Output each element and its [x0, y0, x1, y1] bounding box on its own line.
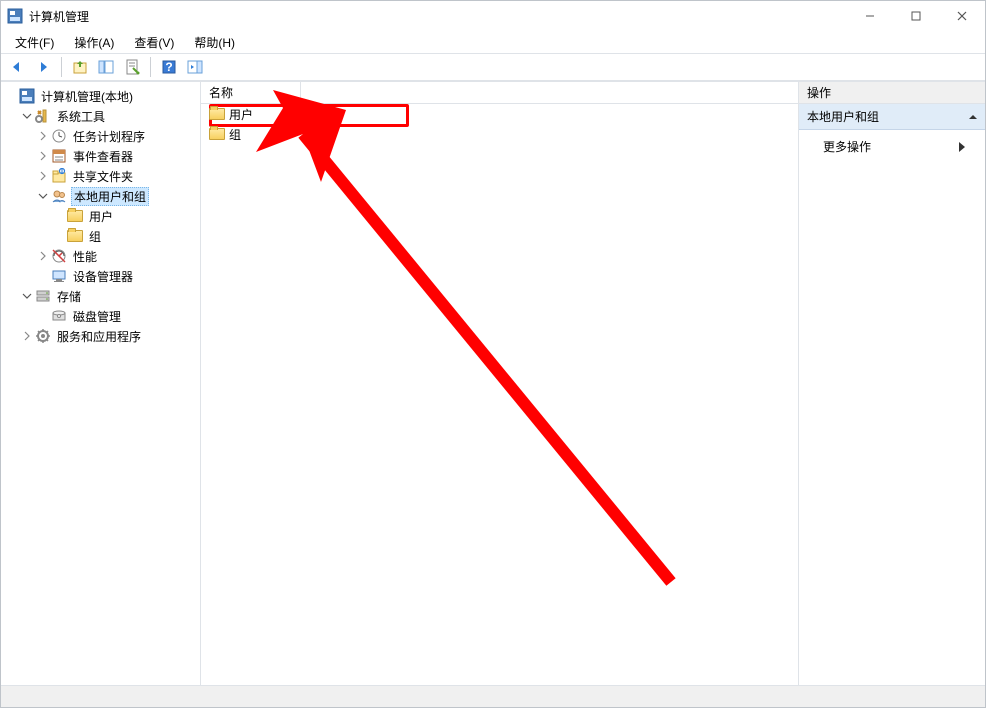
tools-icon	[35, 108, 51, 124]
menu-action[interactable]: 操作(A)	[64, 32, 124, 53]
folder-icon	[209, 106, 225, 122]
expander-icon[interactable]	[21, 110, 33, 122]
actions-context-label: 本地用户和组	[807, 108, 879, 125]
list-body: 用户组	[201, 104, 798, 685]
menubar: 文件(F) 操作(A) 查看(V) 帮助(H)	[1, 31, 985, 53]
storage-icon	[35, 288, 51, 304]
tree-node[interactable]: 组	[1, 226, 200, 246]
menu-view[interactable]: 查看(V)	[124, 32, 184, 53]
tree-node-label: 系统工具	[55, 108, 107, 125]
actions-panel: 操作 本地用户和组 更多操作	[799, 82, 985, 685]
expander-icon[interactable]	[37, 250, 49, 262]
tree-node-label: 服务和应用程序	[55, 328, 143, 345]
tree-node-label: 计算机管理(本地)	[39, 88, 135, 105]
tree-node[interactable]: 计算机管理(本地)	[1, 86, 200, 106]
tree-node[interactable]: 磁盘管理	[1, 306, 200, 326]
expander-icon[interactable]	[21, 290, 33, 302]
mgmt-icon	[19, 88, 35, 104]
back-button[interactable]	[5, 56, 29, 78]
tree-node-label: 用户	[87, 208, 115, 225]
column-header-name[interactable]: 名称	[201, 82, 301, 103]
close-button[interactable]	[939, 1, 985, 31]
disk-icon	[51, 308, 67, 324]
submenu-arrow-icon	[959, 142, 965, 152]
tree-node-label: 本地用户和组	[71, 187, 149, 206]
tree-node-label: 组	[87, 228, 103, 245]
list-header: 名称	[201, 82, 798, 104]
tree-node[interactable]: 共享文件夹	[1, 166, 200, 186]
svg-text:?: ?	[165, 60, 172, 74]
action-item-label: 更多操作	[823, 138, 871, 155]
device-icon	[51, 268, 67, 284]
folder-icon	[67, 228, 83, 244]
tree-node-label: 存储	[55, 288, 83, 305]
folder-icon	[209, 126, 225, 142]
tree-node-label: 共享文件夹	[71, 168, 135, 185]
app-icon	[7, 8, 23, 24]
toolbar-separator	[150, 57, 151, 77]
list-item-label: 组	[229, 126, 241, 143]
expander-icon[interactable]	[21, 330, 33, 342]
actions-context-header[interactable]: 本地用户和组	[799, 104, 985, 130]
event-icon	[51, 148, 67, 164]
tree-node[interactable]: 系统工具	[1, 106, 200, 126]
statusbar	[1, 685, 985, 707]
tree-node-label: 磁盘管理	[71, 308, 123, 325]
menu-file[interactable]: 文件(F)	[5, 32, 64, 53]
tree-node-label: 任务计划程序	[71, 128, 147, 145]
expander-icon[interactable]	[37, 150, 49, 162]
list-item[interactable]: 组	[201, 124, 798, 144]
toolbar: ?	[1, 53, 985, 81]
titlebar: 计算机管理	[1, 1, 985, 31]
perf-icon	[51, 248, 67, 264]
navigation-tree[interactable]: 计算机管理(本地) 系统工具任务计划程序事件查看器共享文件夹本地用户和组用户组性能…	[1, 82, 201, 685]
action-more-operations[interactable]: 更多操作	[799, 134, 985, 159]
help-button[interactable]: ?	[157, 56, 181, 78]
menu-help[interactable]: 帮助(H)	[184, 32, 245, 53]
tree-node[interactable]: 事件查看器	[1, 146, 200, 166]
list-view: 名称 用户组	[201, 82, 799, 685]
expander-icon[interactable]	[37, 130, 49, 142]
tree-node[interactable]: 性能	[1, 246, 200, 266]
tree-node[interactable]: 服务和应用程序	[1, 326, 200, 346]
tree-node-label: 设备管理器	[71, 268, 135, 285]
folder-icon	[67, 208, 83, 224]
forward-button[interactable]	[31, 56, 55, 78]
show-action-pane-button[interactable]	[183, 56, 207, 78]
expander-icon[interactable]	[37, 170, 49, 182]
services-icon	[35, 328, 51, 344]
list-item-label: 用户	[229, 106, 253, 123]
tree-node-label: 事件查看器	[71, 148, 135, 165]
list-item[interactable]: 用户	[201, 104, 798, 124]
clock-icon	[51, 128, 67, 144]
minimize-button[interactable]	[847, 1, 893, 31]
window-title: 计算机管理	[29, 8, 89, 25]
expander-icon[interactable]	[37, 190, 49, 202]
tree-node[interactable]: 存储	[1, 286, 200, 306]
tree-node[interactable]: 用户	[1, 206, 200, 226]
properties-button[interactable]	[120, 56, 144, 78]
share-icon	[51, 168, 67, 184]
collapse-icon	[969, 113, 977, 121]
up-button[interactable]	[68, 56, 92, 78]
tree-node[interactable]: 本地用户和组	[1, 186, 200, 206]
tree-node-label: 性能	[71, 248, 99, 265]
tree-node[interactable]: 任务计划程序	[1, 126, 200, 146]
actions-panel-title: 操作	[799, 82, 985, 104]
toolbar-separator	[61, 57, 62, 77]
tree-node[interactable]: 设备管理器	[1, 266, 200, 286]
show-hide-tree-button[interactable]	[94, 56, 118, 78]
maximize-button[interactable]	[893, 1, 939, 31]
users-icon	[51, 188, 67, 204]
